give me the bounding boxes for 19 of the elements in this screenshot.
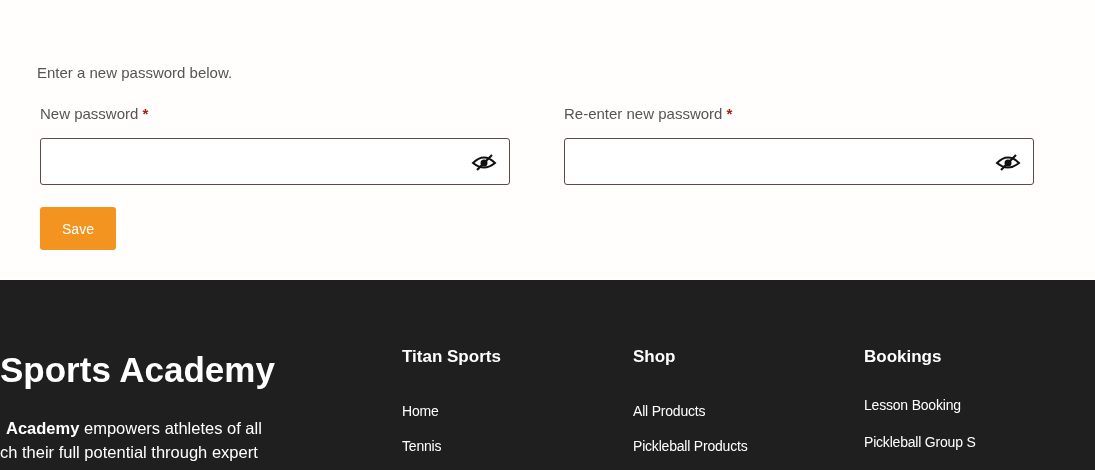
footer-link[interactable]: Lesson Booking: [864, 397, 1095, 413]
footer-heading: Shop: [633, 347, 677, 367]
password-field[interactable]: [564, 138, 1034, 185]
footer-heading: Bookings: [864, 347, 943, 367]
footer-link[interactable]: Tennis: [402, 438, 633, 454]
brand-title: Sports Academy: [0, 350, 276, 390]
footer-link[interactable]: Pickleball Products: [633, 438, 864, 454]
about-text: ch their full potential through expert: [0, 442, 259, 463]
field-label: Re-enter new password *: [564, 105, 734, 122]
eye-slash-icon[interactable]: [995, 151, 1021, 172]
password-field[interactable]: [40, 138, 510, 185]
footer-link[interactable]: Pickleball Group S: [864, 434, 1095, 450]
footer-link[interactable]: All Products: [633, 403, 864, 419]
instruction-text: Enter a new password below.: [37, 64, 234, 81]
eye-slash-icon[interactable]: [471, 151, 497, 172]
field-label: New password *: [40, 105, 150, 122]
about-text: Academy empowers athletes of all: [5, 418, 263, 439]
footer-heading: Titan Sports: [402, 347, 502, 367]
footer-link[interactable]: Home: [402, 403, 633, 419]
